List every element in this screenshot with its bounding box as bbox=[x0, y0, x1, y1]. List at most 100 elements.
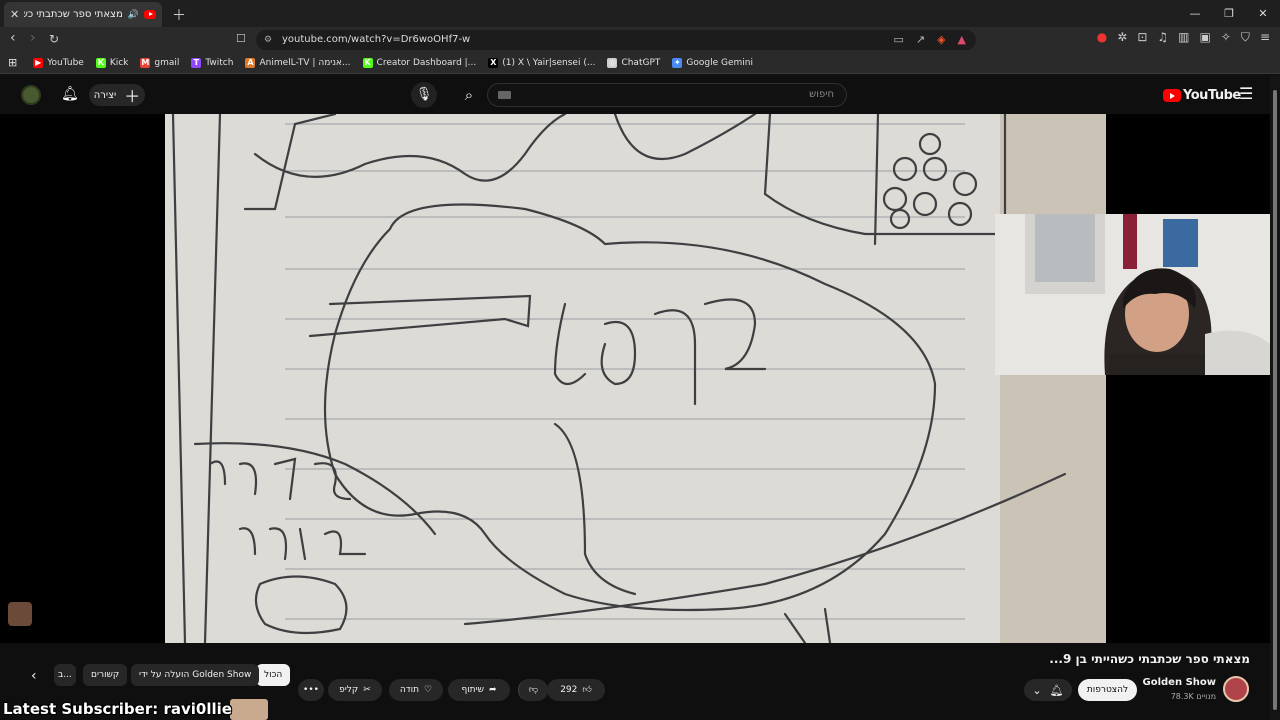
like-button[interactable]: 292 👍︎ bbox=[547, 679, 605, 701]
bookmark-item[interactable]: ◎ ChatGPT bbox=[601, 57, 666, 68]
leo-ai-icon[interactable]: ✧ bbox=[1221, 30, 1231, 45]
webcam-overlay bbox=[995, 214, 1270, 375]
close-window-button[interactable]: ✕ bbox=[1246, 0, 1280, 27]
bell-icon[interactable]: 🔔︎ bbox=[61, 86, 79, 102]
like-count: 292 bbox=[560, 685, 578, 695]
bookmark-item[interactable]: X (1) X \ Yair|sensei (... bbox=[482, 57, 601, 68]
share-button[interactable]: שיתוף ➦ bbox=[448, 679, 510, 701]
speaker-icon[interactable]: 🔊 bbox=[128, 10, 139, 20]
channel-name[interactable]: Golden Show bbox=[1138, 677, 1216, 688]
back-button[interactable]: ‹ bbox=[10, 30, 16, 46]
extensions-toolbar: ● ✲ ⊡ ♫ ▥ ▣ ✧ ⛉ ≡ bbox=[1097, 30, 1270, 45]
bookmark-label: gmail bbox=[154, 57, 180, 68]
notebook-drawing bbox=[165, 114, 1106, 643]
youtube-masthead: 🔔︎ יצירה ＋ 🎙︎ ⌕ חיפוש YouTube ☰ bbox=[0, 76, 1280, 114]
channel-emote-thumbnail bbox=[8, 602, 32, 626]
scrollbar-thumb[interactable] bbox=[1273, 90, 1277, 710]
bookmark-favicon-icon: ▶ bbox=[33, 57, 44, 68]
chips-scroll-left-icon[interactable]: ‹ bbox=[31, 668, 37, 684]
search-placeholder: חיפוש bbox=[809, 89, 834, 100]
bookmark-label: ChatGPT bbox=[621, 57, 661, 68]
bookmark-favicon-icon: X bbox=[488, 57, 499, 68]
keyboard-icon[interactable] bbox=[498, 91, 511, 99]
minimize-button[interactable]: — bbox=[1178, 0, 1212, 27]
extensions-puzzle-icon[interactable]: ✲ bbox=[1117, 30, 1127, 45]
extension-red-icon[interactable]: ● bbox=[1097, 30, 1107, 45]
address-bar[interactable]: ⚙ youtube.com/watch?v=Dr6woOHf7-w ▭ ↗ ◈ … bbox=[256, 30, 976, 50]
brave-rewards-icon[interactable]: ▲ bbox=[958, 30, 966, 50]
create-label: יצירה bbox=[93, 89, 117, 101]
bookmark-favicon-icon: M bbox=[140, 57, 151, 68]
bookmark-item[interactable]: K Creator Dashboard |... bbox=[357, 57, 483, 68]
vpn-icon[interactable]: ⛉ bbox=[1241, 30, 1250, 45]
mic-icon[interactable]: 🎙︎ bbox=[411, 82, 437, 108]
plus-icon: ＋ bbox=[124, 87, 141, 106]
chip-all[interactable]: הכול bbox=[256, 664, 291, 686]
tab-title: מצאתי ספר שכתבתי כשהייתי bbox=[24, 9, 123, 20]
bookmark-item[interactable]: T Twitch bbox=[185, 57, 239, 68]
bookmark-item[interactable]: ✦ Google Gemini bbox=[666, 57, 759, 68]
create-button[interactable]: יצירה ＋ bbox=[89, 84, 145, 106]
bookmark-favicon-icon: ◎ bbox=[607, 57, 618, 68]
clip-button[interactable]: קליפ ✂ bbox=[328, 679, 382, 701]
chip-uploaded-by[interactable]: הועלה על ידי Golden Show bbox=[131, 664, 260, 686]
bookmark-label: (1) X \ Yair|sensei (... bbox=[502, 57, 596, 68]
bookmark-label: Creator Dashboard |... bbox=[376, 57, 477, 68]
account-avatar[interactable] bbox=[21, 85, 41, 105]
channel-avatar[interactable] bbox=[1223, 676, 1249, 702]
install-app-icon[interactable]: ▭ bbox=[893, 30, 903, 50]
clip-label: קליפ bbox=[339, 685, 359, 695]
video-frame[interactable] bbox=[165, 114, 1106, 643]
screenshot-icon[interactable]: ⊡ bbox=[1137, 30, 1147, 45]
bookmark-item[interactable]: ▶ YouTube bbox=[27, 57, 90, 68]
more-actions-button[interactable]: ••• bbox=[298, 679, 324, 701]
bookmark-item[interactable]: A AnimelL-TV | אנימה... bbox=[239, 57, 356, 68]
video-player[interactable] bbox=[0, 114, 1270, 643]
page-scrollbar[interactable] bbox=[1270, 76, 1280, 720]
thanks-button[interactable]: תודה ♡ bbox=[389, 679, 443, 701]
restore-button[interactable]: ❐ bbox=[1212, 0, 1246, 27]
youtube-favicon-icon bbox=[144, 10, 156, 19]
browser-menu-icon[interactable]: ≡ bbox=[1260, 30, 1270, 45]
close-tab-icon[interactable]: ✕ bbox=[10, 8, 19, 21]
streamer-webcam bbox=[995, 214, 1270, 375]
subscription-bell-button[interactable]: ⌄ 🔔︎ bbox=[1024, 679, 1072, 701]
browser-tab-active[interactable]: 🔊 מצאתי ספר שכתבתי כשהייתי ✕ bbox=[4, 2, 162, 27]
apps-grid-icon[interactable]: ⊞ bbox=[0, 56, 27, 69]
dislike-button[interactable]: 👎︎ bbox=[518, 679, 548, 701]
bookmark-icon[interactable]: ☐ bbox=[236, 32, 246, 45]
video-title: מצאתי ספר שכתבתי כשהייתי בן 9... bbox=[1049, 652, 1250, 666]
site-info-icon[interactable]: ⚙ bbox=[264, 30, 272, 50]
music-icon[interactable]: ♫ bbox=[1157, 30, 1168, 45]
join-button[interactable]: להצטרפות bbox=[1078, 679, 1137, 701]
more-dots-icon: ••• bbox=[303, 685, 319, 695]
bookmark-list: ▶ YouTube K Kick Mgmail T Twitch A AnimelL-TV | … bbox=[27, 57, 759, 68]
brave-shield-icon[interactable]: ◈ bbox=[937, 30, 945, 50]
chip-related[interactable]: קשורים bbox=[83, 664, 128, 686]
share-page-icon[interactable]: ↗ bbox=[916, 30, 925, 50]
new-tab-button[interactable]: ＋ bbox=[172, 5, 186, 25]
search-input[interactable]: חיפוש bbox=[487, 83, 847, 107]
bookmark-favicon-icon: A bbox=[245, 57, 256, 68]
bookmark-item[interactable]: Mgmail bbox=[134, 57, 185, 68]
youtube-logo[interactable]: YouTube bbox=[1163, 88, 1241, 103]
bookmark-favicon-icon: ✦ bbox=[672, 57, 683, 68]
url-text: youtube.com/watch?v=Dr6woOHf7-w bbox=[282, 34, 471, 45]
search-icon[interactable]: ⌕ bbox=[455, 82, 483, 108]
bookmark-item[interactable]: K Kick bbox=[90, 57, 135, 68]
wallet-icon[interactable]: ▣ bbox=[1200, 30, 1211, 45]
guide-menu-icon[interactable]: ☰ bbox=[1239, 84, 1253, 103]
reload-button[interactable]: ↻ bbox=[49, 32, 59, 46]
forward-button[interactable]: › bbox=[30, 30, 36, 46]
subscriber-count: 78.3K מנויים bbox=[1170, 692, 1216, 701]
bookmarks-bar: ⊞ ▶ YouTube K Kick Mgmail T Twitch A AnimelL-TV … bbox=[0, 52, 1280, 74]
bookmark-label: Kick bbox=[109, 57, 129, 68]
share-label: שיתוף bbox=[461, 685, 484, 695]
omnibox-actions: ▭ ↗ ◈ ▲ bbox=[893, 30, 966, 50]
chip-partial[interactable]: ב... bbox=[54, 664, 76, 686]
bookmark-label: AnimelL-TV | אנימה... bbox=[259, 57, 351, 68]
thumbs-up-icon: 👍︎ bbox=[582, 685, 592, 695]
thanks-label: תודה bbox=[399, 685, 420, 695]
sidebar-icon[interactable]: ▥ bbox=[1178, 30, 1189, 45]
thanks-heart-icon: ♡ bbox=[424, 685, 433, 695]
